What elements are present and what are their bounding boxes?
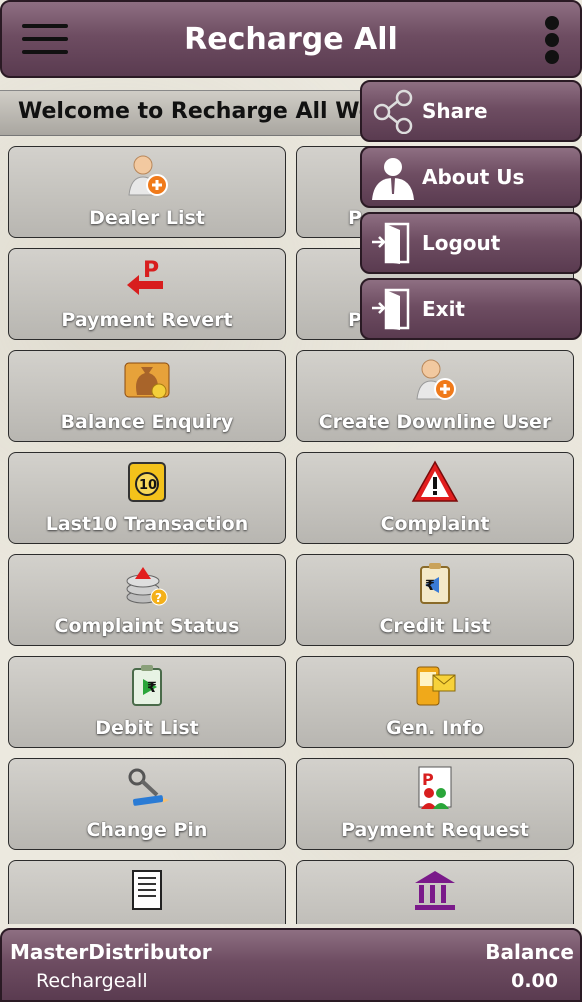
key-pencil-icon bbox=[128, 768, 169, 806]
user-role: MasterDistributor bbox=[10, 940, 212, 964]
svg-text:₹: ₹ bbox=[425, 578, 435, 594]
coins-warning-icon: ? bbox=[126, 567, 168, 606]
menu-item-label: Share bbox=[422, 99, 488, 123]
menu-item-about-us[interactable]: About Us bbox=[360, 146, 582, 208]
bank-tile[interactable] bbox=[296, 860, 574, 924]
tile-label: Complaint Status bbox=[54, 615, 240, 637]
change-pin-tile[interactable]: Change Pin bbox=[8, 758, 286, 850]
tile-label: Last10 Transaction bbox=[45, 513, 249, 535]
menu-item-share[interactable]: Share bbox=[360, 80, 582, 142]
document-tile[interactable] bbox=[8, 860, 286, 924]
menu-item-logout[interactable]: Logout bbox=[360, 212, 582, 274]
bank-icon bbox=[415, 871, 455, 910]
balance-value: 0.00 bbox=[511, 970, 558, 992]
balance-label: Balance bbox=[485, 940, 574, 964]
share-icon bbox=[373, 89, 413, 134]
debit-list-tile[interactable]: ₹ Debit List bbox=[8, 656, 286, 748]
complaint-tile[interactable]: Complaint bbox=[296, 452, 574, 544]
document-list-icon bbox=[132, 870, 162, 910]
calendar-10-icon: 10 bbox=[128, 462, 166, 502]
app-bar: Recharge All bbox=[0, 0, 582, 78]
payment-request-icon: P bbox=[418, 766, 452, 809]
add-user-icon bbox=[416, 359, 456, 400]
menu-item-label: About Us bbox=[422, 165, 525, 189]
gen-info-tile[interactable]: Gen. Info bbox=[296, 656, 574, 748]
tile-label: Payment Request bbox=[341, 819, 529, 841]
payment-revert-icon: P bbox=[127, 258, 163, 295]
username: Rechargeall bbox=[36, 970, 148, 992]
rupee-clipboard-icon: ₹ bbox=[420, 563, 450, 604]
svg-text:P: P bbox=[422, 770, 434, 789]
door-exit-icon bbox=[372, 288, 410, 330]
menu-item-label: Exit bbox=[422, 297, 465, 321]
door-exit-icon bbox=[372, 222, 410, 264]
money-bag-icon bbox=[124, 362, 170, 399]
overflow-menu-icon[interactable] bbox=[542, 16, 562, 66]
svg-text:?: ? bbox=[155, 591, 162, 605]
add-user-icon bbox=[128, 155, 168, 196]
svg-text:10: 10 bbox=[139, 478, 157, 493]
create-downline-user-tile[interactable]: Create Downline User bbox=[296, 350, 574, 442]
tile-label: Balance Enquiry bbox=[60, 411, 234, 433]
tile-label: Complaint bbox=[380, 513, 490, 535]
tile-label: Credit List bbox=[379, 615, 491, 637]
balance-enquiry-tile[interactable]: Balance Enquiry bbox=[8, 350, 286, 442]
menu-item-exit[interactable]: Exit bbox=[360, 278, 582, 340]
last10-transaction-tile[interactable]: 10 Last10 Transaction bbox=[8, 452, 286, 544]
complaint-status-tile[interactable]: ? Complaint Status bbox=[8, 554, 286, 646]
tile-label: Change Pin bbox=[86, 819, 208, 841]
user-icon bbox=[372, 158, 414, 200]
tile-label: Create Downline User bbox=[318, 411, 552, 433]
footer-bar: MasterDistributor Balance Rechargeall 0.… bbox=[0, 928, 582, 1002]
tile-label: Debit List bbox=[95, 717, 199, 739]
svg-text:₹: ₹ bbox=[147, 680, 157, 696]
tile-label: Gen. Info bbox=[386, 717, 484, 739]
menu-item-label: Logout bbox=[422, 231, 501, 255]
credit-list-tile[interactable]: ₹ Credit List bbox=[296, 554, 574, 646]
rupee-clipboard-icon: ₹ bbox=[132, 665, 162, 706]
svg-text:P: P bbox=[143, 258, 159, 283]
warning-icon bbox=[411, 460, 459, 502]
phone-mail-icon bbox=[416, 666, 456, 706]
app-title: Recharge All bbox=[184, 22, 398, 57]
payment-request-tile[interactable]: P Payment Request bbox=[296, 758, 574, 850]
